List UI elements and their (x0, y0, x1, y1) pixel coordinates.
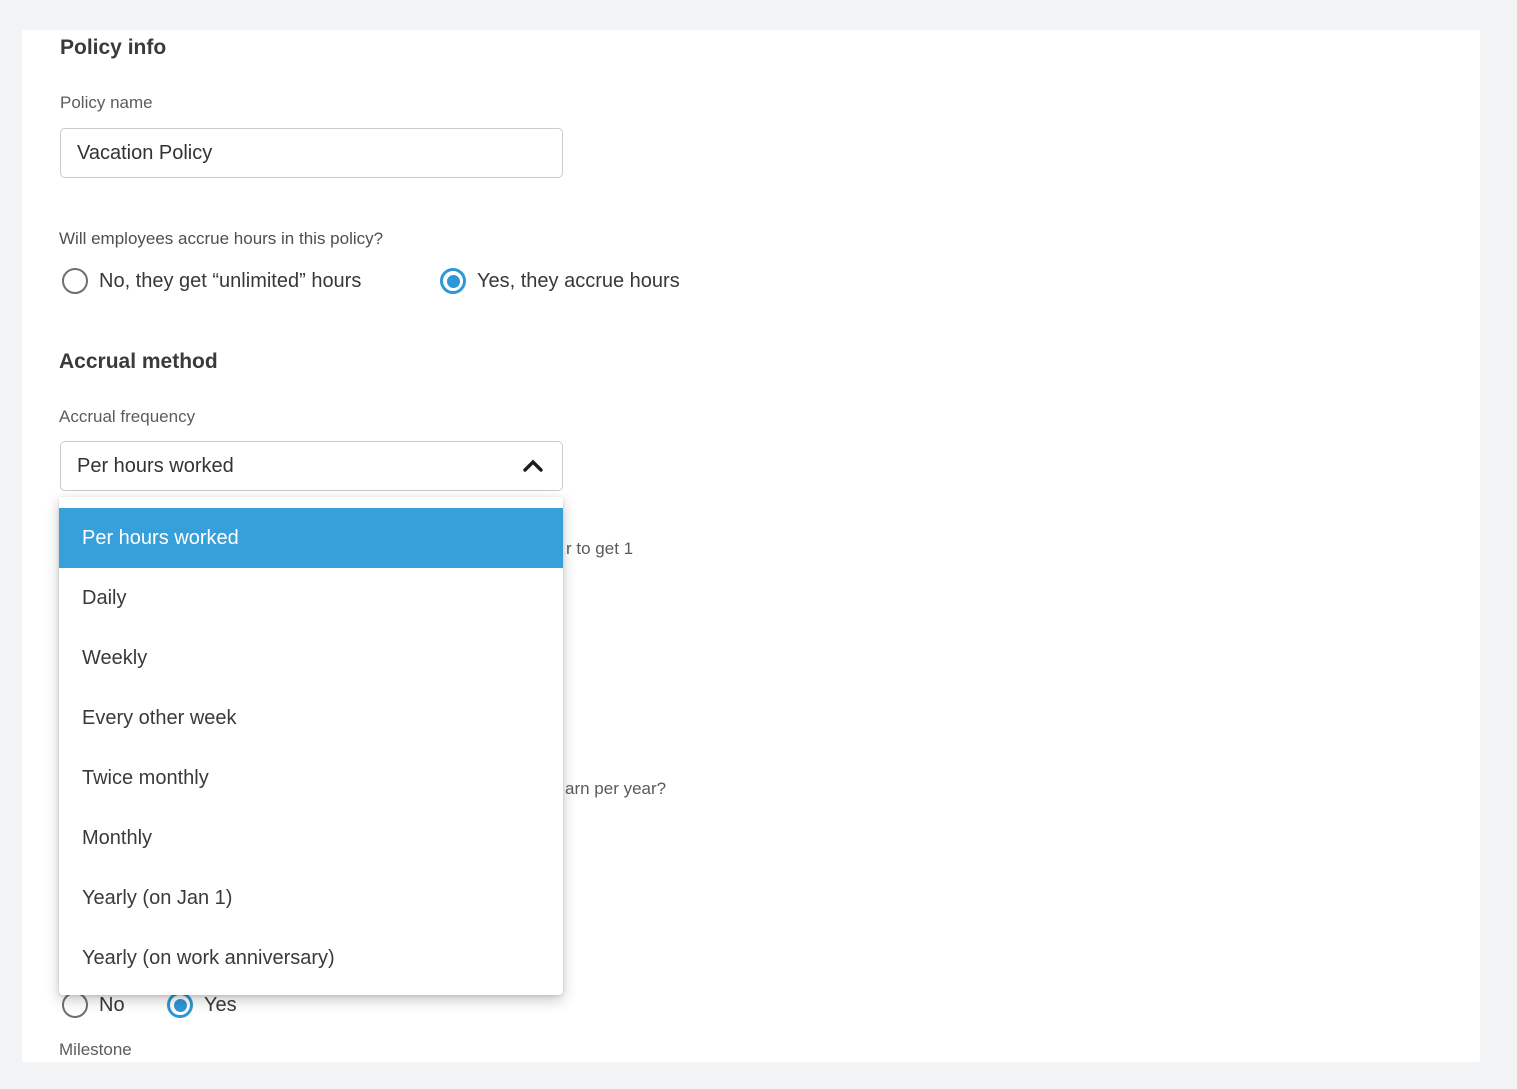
obscured-text-fragment: r to get 1 (566, 539, 633, 559)
dropdown-option-yearly-jan-1[interactable]: Yearly (on Jan 1) (59, 868, 563, 928)
chevron-up-icon (522, 457, 544, 475)
dropdown-option-every-other-week[interactable]: Every other week (59, 688, 563, 748)
accrual-frequency-select[interactable]: Per hours worked (60, 441, 563, 491)
accrue-option-yes[interactable]: Yes, they accrue hours (440, 268, 680, 294)
radio-unselected-icon[interactable] (62, 992, 88, 1018)
bottom-option-yes[interactable]: Yes (167, 992, 237, 1018)
radio-selected-icon[interactable] (167, 992, 193, 1018)
accrue-option-yes-label[interactable]: Yes, they accrue hours (477, 270, 680, 293)
accrual-frequency-dropdown: Per hours worked Daily Weekly Every othe… (59, 497, 563, 995)
obscured-text-fragment: arn per year? (565, 779, 666, 799)
bottom-option-yes-label[interactable]: Yes (204, 994, 237, 1017)
dropdown-option-daily[interactable]: Daily (59, 568, 563, 628)
bottom-option-no[interactable]: No (62, 992, 125, 1018)
radio-unselected-icon[interactable] (62, 268, 88, 294)
bottom-option-no-label[interactable]: No (99, 994, 125, 1017)
dropdown-option-per-hours-worked[interactable]: Per hours worked (59, 508, 563, 568)
radio-dot-icon (174, 999, 187, 1012)
accrual-method-heading: Accrual method (59, 350, 218, 374)
policy-info-heading: Policy info (60, 36, 166, 60)
dropdown-option-twice-monthly[interactable]: Twice monthly (59, 748, 563, 808)
dropdown-option-monthly[interactable]: Monthly (59, 808, 563, 868)
accrual-frequency-label: Accrual frequency (59, 407, 195, 427)
radio-selected-icon[interactable] (440, 268, 466, 294)
accrue-option-no[interactable]: No, they get “unlimited” hours (62, 268, 361, 294)
dropdown-option-weekly[interactable]: Weekly (59, 628, 563, 688)
accrual-frequency-value: Per hours worked (77, 455, 234, 478)
milestone-label: Milestone (59, 1040, 132, 1060)
policy-name-label: Policy name (60, 93, 153, 113)
accrue-option-no-label[interactable]: No, they get “unlimited” hours (99, 270, 361, 293)
policy-name-input[interactable] (60, 128, 563, 178)
radio-dot-icon (447, 275, 460, 288)
accrue-question-label: Will employees accrue hours in this poli… (59, 229, 383, 249)
dropdown-option-yearly-anniversary[interactable]: Yearly (on work anniversary) (59, 928, 563, 988)
